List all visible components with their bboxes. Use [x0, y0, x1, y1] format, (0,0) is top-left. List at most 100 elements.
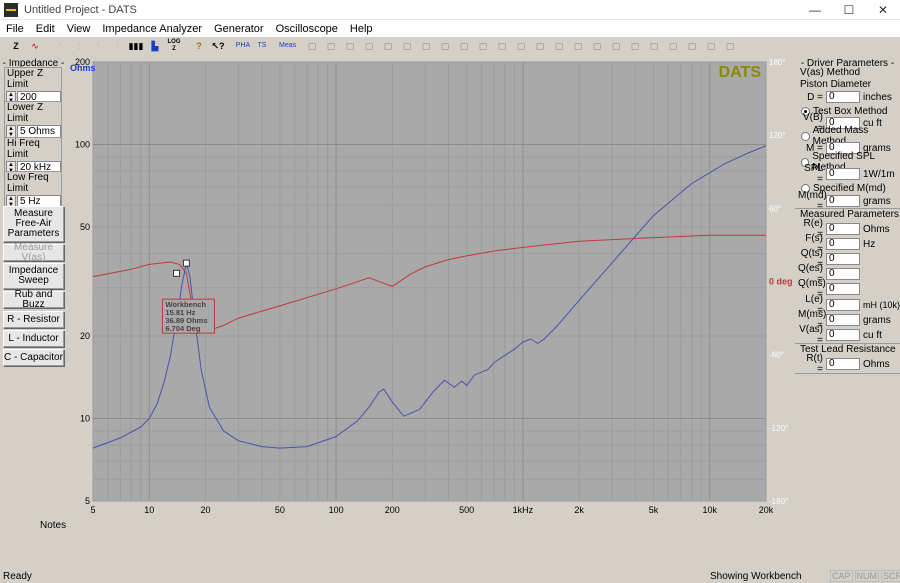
notes-field[interactable]: [66, 519, 900, 569]
disabled-tool-icon: ▢: [706, 41, 716, 51]
minimize-button[interactable]: —: [798, 0, 832, 20]
spl-row: SPL = 0 1W/1m: [798, 163, 895, 185]
d-row: D = 0 inches: [798, 90, 892, 104]
resistor-button[interactable]: R - Resistor: [3, 311, 64, 328]
rub-and-buzz-button[interactable]: Rub and Buzz: [3, 289, 64, 309]
lower-z-limit-label: Lower Z Limit: [5, 102, 61, 124]
added-mass-radio[interactable]: [801, 131, 810, 141]
param-row: V(as) = 0 cu ft: [798, 324, 882, 346]
lower-z-limit-group: Lower Z Limit ▲ ▼ 5 Ohms: [4, 101, 62, 142]
y-tick-label: 20: [80, 331, 90, 341]
phase-tick-label: 180°: [769, 58, 786, 67]
x-tick-label: 5k: [649, 505, 659, 515]
disabled-tool-icon: ▢: [326, 41, 336, 51]
disabled-tool-icon: ▢: [345, 41, 355, 51]
context-help-icon[interactable]: ↖?: [210, 39, 226, 53]
disabled-tool-icon: ▢: [668, 41, 678, 51]
close-button[interactable]: ✕: [866, 0, 900, 20]
bar-chart-icon[interactable]: ▙: [147, 39, 163, 53]
menu-edit[interactable]: Edit: [30, 23, 61, 35]
notes-label: Notes:: [40, 520, 69, 531]
maximize-button[interactable]: ☐: [832, 0, 866, 20]
mmd-field[interactable]: 0: [826, 195, 860, 207]
divider: [795, 373, 900, 374]
driver-parameters-panel: - Driver Parameters - V(as) Method Pisto…: [795, 56, 900, 518]
disabled-tool-icon: ▢: [554, 41, 564, 51]
menu-view[interactable]: View: [61, 23, 97, 35]
cursor-readout-text: 6.704 Deg: [165, 324, 200, 333]
piston-diameter-label: Piston Diameter: [800, 79, 872, 90]
bars-icon[interactable]: ▮▮▮: [128, 39, 144, 53]
x-tick-label: 200: [385, 505, 400, 515]
measure-icon-4[interactable]: ⫶: [109, 39, 125, 53]
menu-oscilloscope[interactable]: Oscilloscope: [270, 23, 344, 35]
menu-help[interactable]: Help: [344, 23, 379, 35]
chart-canvas[interactable]: 51020501002005 10 20 50 100 200 500 1kHz 2k 5k 10k…: [67, 56, 794, 518]
y-tick-label: 10: [80, 414, 90, 424]
disabled-tool-icon: ▢: [402, 41, 412, 51]
status-bar: Ready Showing Workbench CAP NUM SCRL: [0, 570, 900, 583]
param-unit: mH (10k): [863, 300, 900, 310]
phase-tick-label: 60°: [769, 204, 781, 213]
disabled-tool-icon: ▢: [364, 41, 374, 51]
hi-freq-limit-label: Hi Freq Limit: [5, 138, 61, 160]
x-tick-label: 20: [200, 505, 210, 515]
param-unit: cu ft: [863, 329, 882, 341]
menu-file[interactable]: File: [0, 23, 30, 35]
status-message: Showing Workbench: [710, 571, 802, 582]
param-value: 0: [826, 283, 860, 295]
spl-unit: 1W/1m: [863, 168, 895, 180]
measure-icon-3[interactable]: ⫶: [90, 39, 106, 53]
disabled-tool-icon: ▢: [649, 41, 659, 51]
title-bar: Untitled Project - DATS — ☐ ✕: [0, 0, 900, 20]
help-icon[interactable]: ?: [191, 39, 207, 53]
x-tick-label: 1kHz: [513, 505, 534, 515]
disabled-tool-icon: ▢: [440, 41, 450, 51]
x-tick-label: 10: [144, 505, 154, 515]
log-z-icon[interactable]: LOG Z: [166, 39, 182, 53]
measure-icon[interactable]: ⫶: [52, 39, 68, 53]
x-tick-label: 5: [90, 505, 95, 515]
menu-generator[interactable]: Generator: [208, 23, 270, 35]
status-ready: Ready: [3, 571, 32, 582]
ts-icon[interactable]: TS: [254, 39, 270, 53]
impedance-z-icon[interactable]: Z: [8, 39, 24, 53]
phase-tick-label: -120°: [769, 424, 788, 433]
capacitor-button[interactable]: C - Capacitor: [3, 349, 64, 366]
x-tick-label: 50: [275, 505, 285, 515]
pha-icon[interactable]: PHA: [235, 39, 251, 53]
x-tick-label: 100: [329, 505, 344, 515]
disabled-tool-icon: ▢: [535, 41, 545, 51]
d-field[interactable]: 0: [826, 91, 860, 103]
rt-label: R(t) =: [806, 353, 823, 375]
measure-free-air-button[interactable]: Measure Free-Air Parameters: [3, 206, 64, 242]
toolbar: Z ∿ ⫶ ⫶ ⫶ ⫶ ▮▮▮ ▙ LOG Z ? ↖? PHA TS Meas…: [0, 37, 900, 55]
disabled-tool-icon: ▢: [459, 41, 469, 51]
upper-z-limit-label: Upper Z Limit: [5, 68, 61, 90]
inductor-button[interactable]: L - Inductor: [3, 330, 64, 347]
y-tick-label: 50: [80, 222, 90, 232]
spl-field[interactable]: 0: [826, 168, 860, 180]
param-value: 0: [826, 299, 860, 311]
disabled-tool-icon: ▢: [307, 41, 317, 51]
disabled-tool-icon: ▢: [573, 41, 583, 51]
cap-indicator: CAP: [830, 570, 853, 582]
impedance-sweep-button[interactable]: Impedance Sweep: [3, 263, 64, 289]
param-value: 0: [826, 268, 860, 280]
disabled-tool-icon: ▢: [630, 41, 640, 51]
app-icon: [4, 2, 18, 17]
waveform-icon[interactable]: ∿: [27, 39, 43, 53]
measure-vas-button[interactable]: Measure V(as): [3, 242, 64, 262]
rt-field[interactable]: 0: [826, 358, 860, 370]
impedance-chart[interactable]: 5 10 20 50 100 200 5 10 20 50 100 200 500 1kHz 2k 5k 10k…: [67, 56, 794, 518]
measure-icon-2[interactable]: ⫶: [71, 39, 87, 53]
phase-cursor-marker: [173, 269, 181, 277]
meas-icon[interactable]: Meas: [279, 39, 296, 53]
impedance-cursor-marker: [182, 259, 190, 267]
menu-impedance-analyzer[interactable]: Impedance Analyzer: [96, 23, 208, 35]
scrl-indicator: SCRL: [881, 570, 900, 582]
menu-bar: File Edit View Impedance Analyzer Genera…: [0, 20, 900, 37]
rt-unit: Ohms: [863, 358, 890, 370]
phase-tick-label: -60°: [769, 351, 784, 360]
phase-tick-label: 120°: [769, 131, 786, 140]
